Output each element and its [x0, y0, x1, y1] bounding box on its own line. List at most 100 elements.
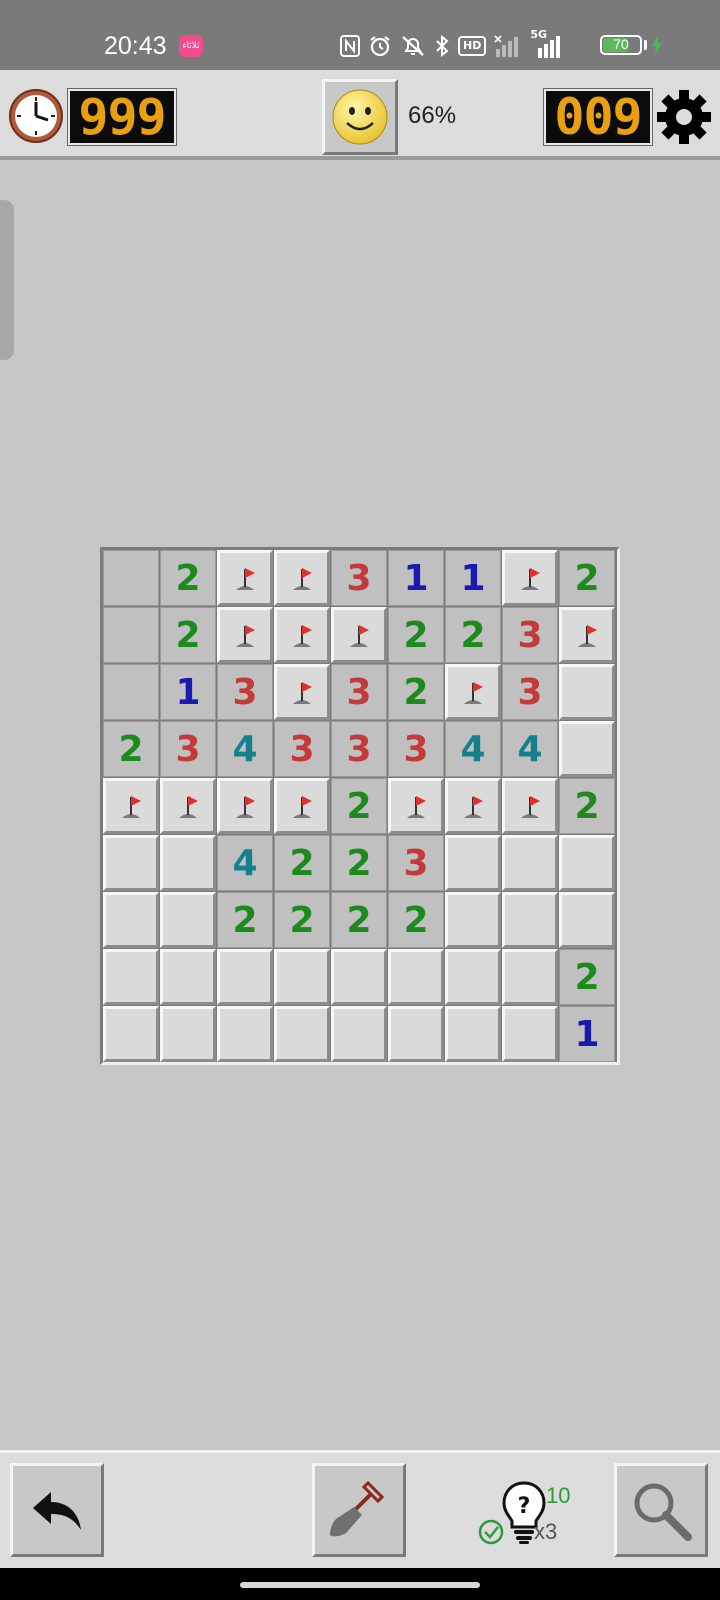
number-cell[interactable]: 1 [160, 664, 216, 720]
number-cell[interactable]: 2 [160, 550, 216, 606]
flagged-cell[interactable] [274, 664, 330, 720]
hidden-cell[interactable] [274, 949, 330, 1005]
hidden-cell[interactable] [217, 949, 273, 1005]
hidden-cell[interactable] [445, 949, 501, 1005]
number-cell[interactable]: 2 [331, 892, 387, 948]
hint-count: 10 [546, 1483, 571, 1508]
number-cell[interactable]: 2 [160, 607, 216, 663]
flagged-cell[interactable] [217, 607, 273, 663]
hidden-cell[interactable] [502, 949, 558, 1005]
number-cell[interactable]: 1 [445, 550, 501, 606]
number-cell[interactable]: 2 [559, 550, 615, 606]
number-cell[interactable]: 3 [331, 550, 387, 606]
number-cell[interactable]: 3 [388, 721, 444, 777]
flagged-cell[interactable] [160, 778, 216, 834]
hidden-cell[interactable] [160, 1006, 216, 1062]
flag-icon [293, 796, 312, 818]
number-cell[interactable]: 4 [217, 721, 273, 777]
hidden-cell[interactable] [160, 835, 216, 891]
empty-cell[interactable] [103, 607, 159, 663]
flagged-cell[interactable] [331, 607, 387, 663]
hidden-cell[interactable] [559, 721, 615, 777]
hidden-cell[interactable] [445, 835, 501, 891]
number-cell[interactable]: 3 [331, 721, 387, 777]
flagged-cell[interactable] [274, 607, 330, 663]
hidden-cell[interactable] [388, 949, 444, 1005]
hidden-cell[interactable] [103, 949, 159, 1005]
hidden-cell[interactable] [160, 949, 216, 1005]
number-cell[interactable]: 2 [559, 778, 615, 834]
number-cell[interactable]: 3 [331, 664, 387, 720]
hidden-cell[interactable] [103, 835, 159, 891]
hidden-cell[interactable] [445, 892, 501, 948]
system-nav-bar [0, 1568, 720, 1600]
flagged-cell[interactable] [217, 778, 273, 834]
battery-level: 70 [613, 36, 629, 52]
number-cell[interactable]: 2 [388, 664, 444, 720]
number-cell[interactable]: 1 [388, 550, 444, 606]
empty-cell[interactable] [103, 664, 159, 720]
hint-multiplier: x3 [534, 1519, 558, 1544]
number-cell[interactable]: 2 [445, 607, 501, 663]
number-cell[interactable]: 2 [103, 721, 159, 777]
flagged-cell[interactable] [217, 550, 273, 606]
empty-cell[interactable] [103, 550, 159, 606]
number-cell[interactable]: 4 [445, 721, 501, 777]
flagged-cell[interactable] [445, 664, 501, 720]
dig-mode-button[interactable] [312, 1463, 406, 1557]
hidden-cell[interactable] [331, 1006, 387, 1062]
number-cell[interactable]: 2 [274, 892, 330, 948]
new-game-button[interactable] [322, 79, 398, 155]
hidden-cell[interactable] [559, 892, 615, 948]
flag-icon [236, 796, 255, 818]
flagged-cell[interactable] [103, 778, 159, 834]
hidden-cell[interactable] [217, 1006, 273, 1062]
flagged-cell[interactable] [274, 550, 330, 606]
number-cell[interactable]: 3 [502, 664, 558, 720]
number-cell[interactable]: 3 [388, 835, 444, 891]
hint-button[interactable]: ? 10 x3 [478, 1473, 588, 1553]
hidden-cell[interactable] [559, 664, 615, 720]
undo-button[interactable] [10, 1463, 104, 1557]
flagged-cell[interactable] [559, 607, 615, 663]
hidden-cell[interactable] [103, 892, 159, 948]
flagged-cell[interactable] [502, 778, 558, 834]
number-cell[interactable]: 3 [160, 721, 216, 777]
zoom-button[interactable] [614, 1463, 708, 1557]
flagged-cell[interactable] [445, 778, 501, 834]
bluetooth-icon [434, 34, 450, 58]
hidden-cell[interactable] [160, 892, 216, 948]
number-cell[interactable]: 4 [502, 721, 558, 777]
hidden-cell[interactable] [559, 835, 615, 891]
side-drawer-handle[interactable] [0, 200, 14, 360]
number-cell[interactable]: 4 [217, 835, 273, 891]
number-cell[interactable]: 3 [502, 607, 558, 663]
number-cell[interactable]: 2 [331, 778, 387, 834]
flag-icon [179, 796, 198, 818]
number-cell[interactable]: 2 [217, 892, 273, 948]
number-cell[interactable]: 2 [388, 892, 444, 948]
minefield: 2311222231332323433344224223222221 [100, 547, 620, 1065]
hidden-cell[interactable] [502, 835, 558, 891]
hidden-cell[interactable] [445, 1006, 501, 1062]
number-cell[interactable]: 2 [388, 607, 444, 663]
flagged-cell[interactable] [502, 550, 558, 606]
home-gesture-pill[interactable] [240, 1582, 480, 1588]
flagged-cell[interactable] [274, 778, 330, 834]
number-cell[interactable]: 3 [274, 721, 330, 777]
number-cell[interactable]: 3 [217, 664, 273, 720]
number-cell[interactable]: 2 [331, 835, 387, 891]
hidden-cell[interactable] [331, 949, 387, 1005]
flag-icon [350, 625, 369, 647]
magnifier-icon [634, 1483, 692, 1541]
number-cell[interactable]: 1 [559, 1006, 615, 1062]
hidden-cell[interactable] [502, 1006, 558, 1062]
hidden-cell[interactable] [388, 1006, 444, 1062]
hidden-cell[interactable] [274, 1006, 330, 1062]
number-cell[interactable]: 2 [274, 835, 330, 891]
hidden-cell[interactable] [502, 892, 558, 948]
hidden-cell[interactable] [103, 1006, 159, 1062]
number-cell[interactable]: 2 [559, 949, 615, 1005]
gear-icon[interactable] [656, 89, 712, 145]
flagged-cell[interactable] [388, 778, 444, 834]
